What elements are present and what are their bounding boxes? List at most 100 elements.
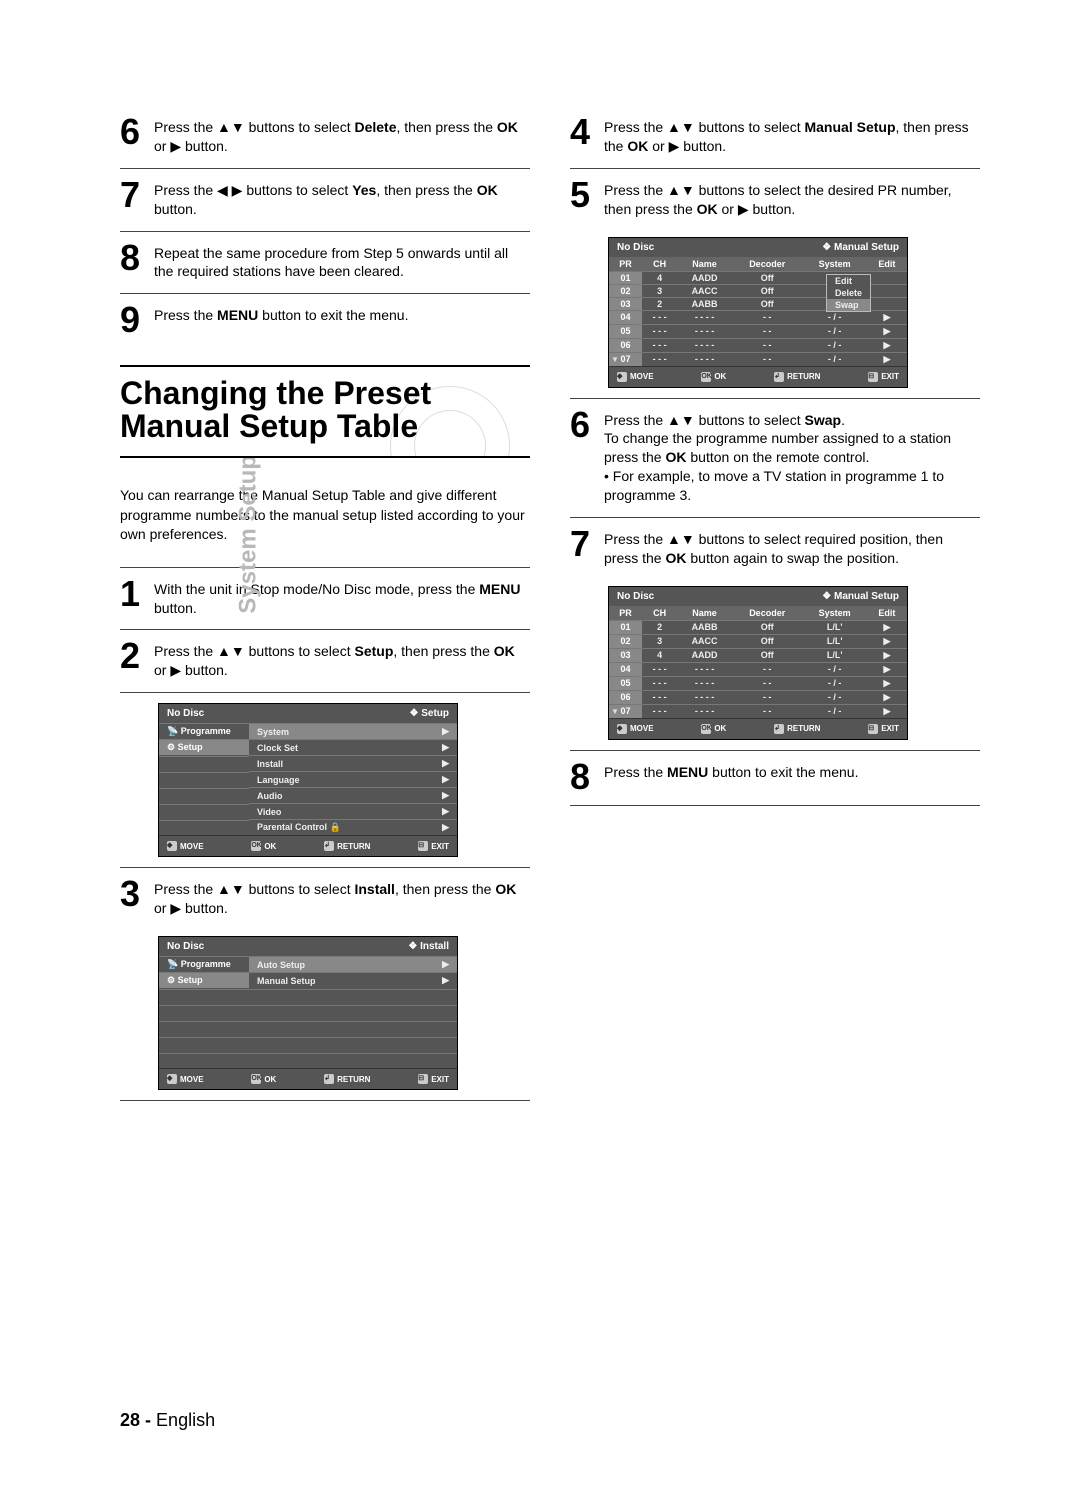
osd-table-screenshot: No DiscManual SetupPRCHNameDecoderSystem… [608,237,908,388]
osd-title-right: Manual Setup [822,591,899,602]
step-text: Press the MENU button to exit the menu. [604,761,980,782]
table-cell: 4 [642,648,677,662]
instruction-step: 7Press the ◀ ▶ buttons to select Yes, th… [120,173,530,227]
table-cell: - / - [803,338,867,352]
divider [570,398,980,399]
osd-screenshot: No DiscInstall📡 ProgrammeAuto Setup▶⚙ Se… [158,936,458,1090]
divider [570,805,980,806]
osd-menu-item: Language▶ [249,771,457,787]
table-cell: L/L' [803,634,867,648]
instruction-step: 3Press the ▲▼ buttons to select Install,… [120,872,530,926]
osd-title-right: Setup [409,708,449,719]
osd-footer-item: OKOK [251,841,276,851]
footer-badge-icon: OK [701,372,711,382]
divider [570,168,980,169]
instruction-step: 4 Press the ▲▼ buttons to select Manual S… [570,110,980,164]
table-cell: - / - [803,324,867,338]
osd-menu-item: Clock Set▶ [249,739,457,755]
footer-badge-icon: ◆ [167,841,177,851]
table-cell: Off [732,620,803,634]
table-header: Decoder [732,257,803,272]
table-header: System [803,606,867,621]
table-cell: - - [732,662,803,676]
table-cell: ▶ [867,352,907,366]
table-cell: - - - - [677,690,732,704]
table-row: 07- - -- - - -- -- / -▶ [609,352,907,366]
osd-footer-item: ◆MOVE [167,1074,204,1084]
table-row: 04- - -- - - -- -- / -▶ [609,310,907,324]
divider [570,517,980,518]
table-row: 07- - -- - - -- -- / -▶ [609,704,907,718]
footer-badge-icon: ↲ [774,372,784,382]
footer-badge-icon: ⊟ [868,372,878,382]
table-cell: L/L' [803,648,867,662]
osd-title-left: No Disc [617,242,654,253]
table-cell: - - [732,690,803,704]
chevron-right-icon: ▶ [442,822,449,833]
step-number: 4 [570,116,594,148]
table-row: 012AABBOffL/L'▶ [609,620,907,634]
table-cell: - - - - [677,324,732,338]
osd-side-cell [159,1053,249,1068]
instruction-step: 1With the unit in Stop mode/No Disc mode… [120,572,530,626]
osd-side-cell [159,1005,249,1020]
osd-menu-item: Auto Setup▶ [249,956,457,972]
table-cell: - - - [642,352,677,366]
table-cell: AABB [677,620,732,634]
instruction-step: 6Press the ▲▼ buttons to select Delete, … [120,110,530,164]
table-cell: 4 [642,271,677,284]
table-cell: - - - [642,662,677,676]
footer-badge-icon: ⊟ [868,724,878,734]
table-header: CH [642,257,677,272]
chevron-right-icon: ▶ [442,758,449,769]
footer-badge-icon: OK [251,841,261,851]
table-cell: ▶ [867,324,907,338]
step-number: 8 [570,761,594,793]
footer-badge-icon: ◆ [617,724,627,734]
osd-side-cell: ⚙ Setup [159,739,249,755]
table-cell: - - [732,676,803,690]
step-text: Press the MENU button to exit the menu. [154,304,530,325]
table-cell: - - [732,310,803,324]
step-text: Repeat the same procedure from Step 5 on… [154,242,530,282]
osd-footer-item: ◆MOVE [617,724,654,734]
osd-side-cell [159,1021,249,1036]
step-number: 5 [570,179,594,211]
step-number: 3 [120,878,144,910]
table-cell: - - - - [677,662,732,676]
osd-side-cell [159,820,249,835]
osd-footer: ◆MOVEOKOK↲RETURN⊟EXIT [159,1068,457,1089]
osd-footer-item: OKOK [701,724,726,734]
osd-footer-item: ↲RETURN [324,1074,370,1084]
table-cell: - - - [642,310,677,324]
table-cell: Off [732,634,803,648]
table-cell: AACC [677,284,732,297]
table-cell: 06 [609,338,642,352]
page-language: English [156,1410,215,1430]
context-menu-item: Swap [827,299,870,311]
osd-menu-item [249,1005,457,1020]
step-text: Press the ▲▼ buttons to select Manual Se… [604,116,980,156]
divider [120,168,530,169]
table-cell: - / - [803,676,867,690]
osd-menu-item: Audio▶ [249,787,457,803]
osd-table-screenshot: No DiscManual SetupPRCHNameDecoderSystem… [608,586,908,740]
footer-badge-icon: OK [701,724,711,734]
table-header: CH [642,606,677,621]
osd-side-cell: 📡 Programme [159,956,249,972]
table-cell: AACC [677,634,732,648]
osd-footer: ◆MOVEOKOK↲RETURN⊟EXIT [159,835,457,856]
table-cell: 05 [609,324,642,338]
step-text: Press the ▲▼ buttons to select Setup, th… [154,640,530,680]
instruction-step: 6Press the ▲▼ buttons to select Swap.To … [570,403,980,513]
osd-menu-item: Parental Control 🔒▶ [249,819,457,835]
section-tab-label: System Setup [235,455,263,614]
step-text: Press the ◀ ▶ buttons to select Yes, the… [154,179,530,219]
osd-footer-item: ◆MOVE [167,841,204,851]
osd-side-cell: 📡 Programme [159,723,249,739]
footer-badge-icon: ◆ [167,1074,177,1084]
table-row: 05- - -- - - -- -- / -▶ [609,324,907,338]
table-row: 06- - -- - - -- -- / -▶ [609,690,907,704]
table-cell: AADD [677,271,732,284]
step-number: 6 [570,409,594,441]
